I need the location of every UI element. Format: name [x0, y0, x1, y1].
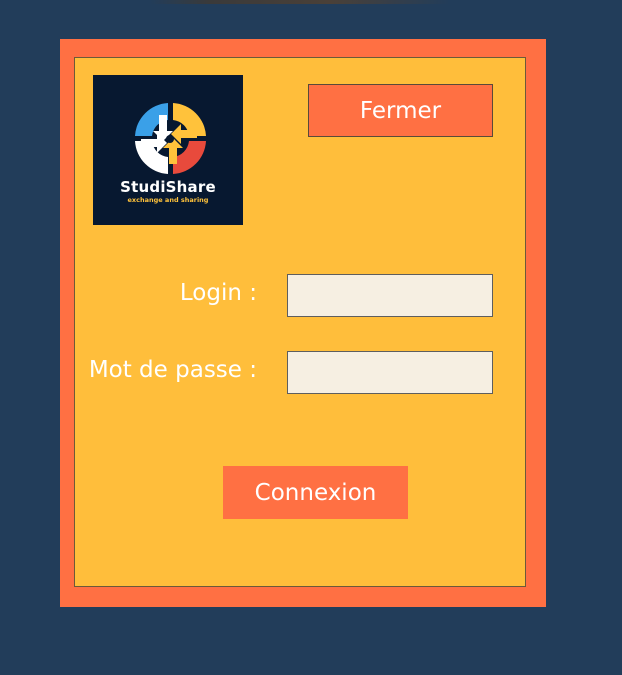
window-top-edge: [150, 0, 450, 4]
logo-wordmark: StudiShare: [120, 178, 216, 196]
login-input[interactable]: [287, 274, 493, 317]
close-button[interactable]: Fermer: [308, 84, 493, 137]
login-button[interactable]: Connexion: [223, 466, 408, 519]
password-label: Mot de passe :: [88, 357, 257, 383]
studishare-logo: StudiShare exchange and sharing: [93, 75, 243, 225]
logo-tagline: exchange and sharing: [127, 196, 209, 204]
login-label: Login :: [179, 280, 257, 306]
password-input[interactable]: [287, 351, 493, 394]
